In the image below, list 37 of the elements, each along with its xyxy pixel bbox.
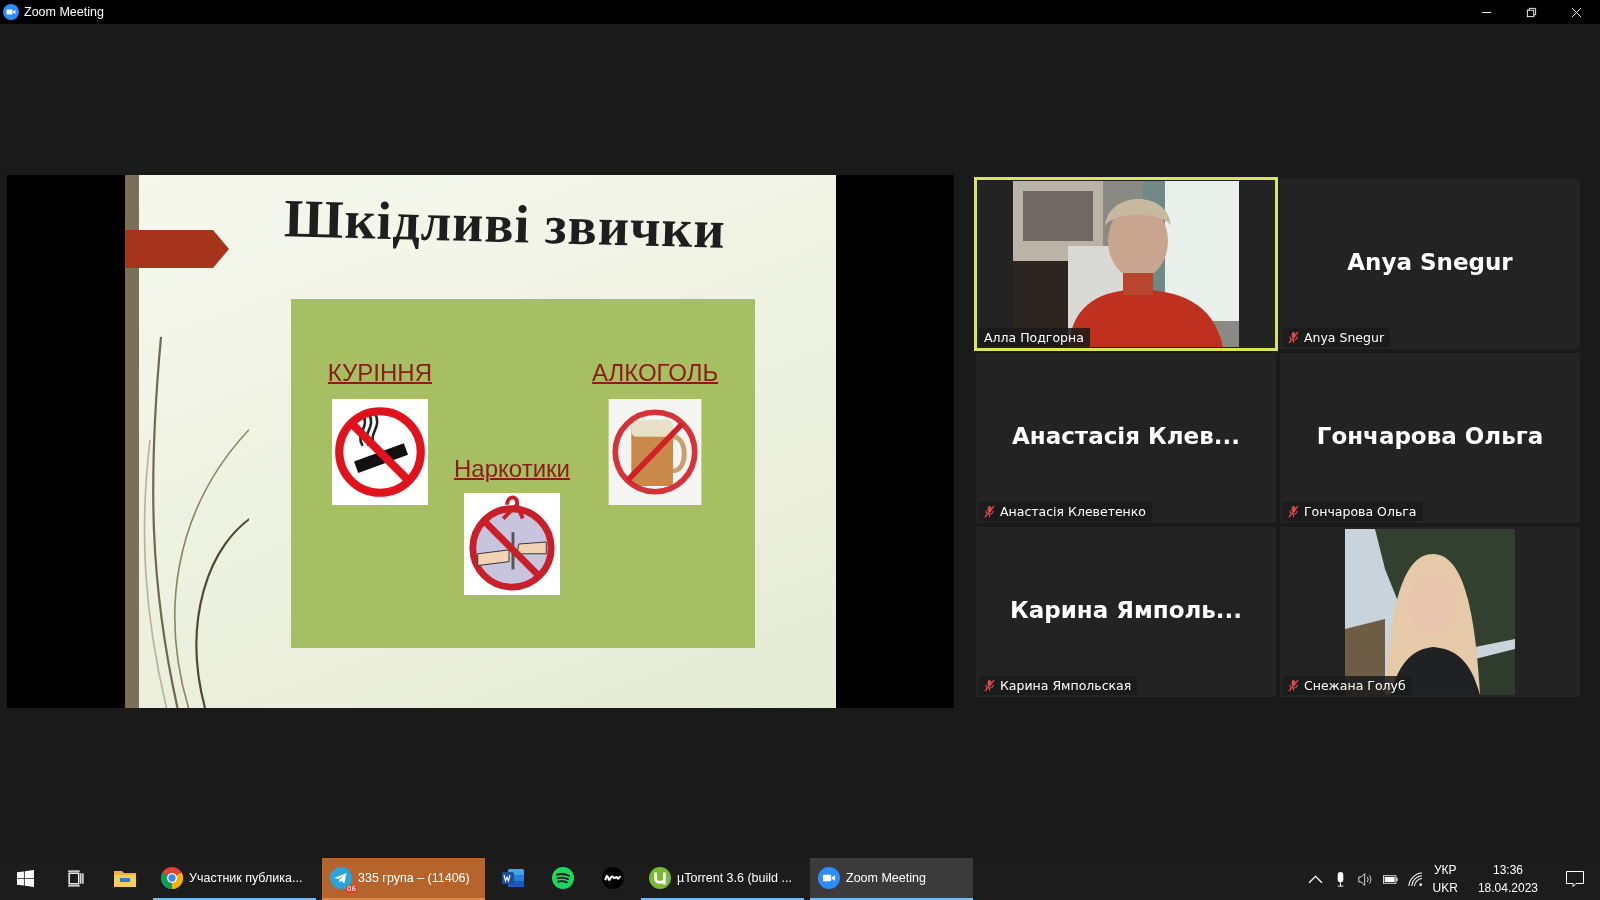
participant-name: Анастасія Клеветенко: [1000, 504, 1146, 519]
participant-name: Гончарова Ольга: [1304, 504, 1417, 519]
participant-name: Снежана Голуб: [1304, 678, 1406, 693]
torrent-app-icon: [649, 867, 671, 889]
no-drugs-icon: [463, 490, 560, 597]
taskbar-button[interactable]: µTorrent 3.6 (build ...: [641, 858, 804, 900]
windows-icon: [16, 869, 34, 887]
participant-display-name: Анастасія Клев...: [1012, 423, 1240, 451]
task-view-icon: [66, 869, 84, 887]
document-app-icon: [502, 867, 524, 889]
close-icon[interactable]: [1571, 6, 1582, 18]
wifi-icon[interactable]: [1407, 871, 1423, 887]
language-indicator[interactable]: УКР UKR: [1432, 861, 1458, 897]
window-title: Zoom Meeting: [24, 5, 104, 19]
participant-display-name: Anya Snegur: [1347, 249, 1513, 277]
slide-label: КУРІННЯ: [327, 358, 432, 387]
video-app-icon: [818, 867, 840, 889]
taskbar-button[interactable]: Zoom Meeting: [810, 858, 973, 900]
restore-icon[interactable]: [1526, 6, 1537, 18]
app-logo-icon: [3, 4, 19, 20]
participant-name: Алла Подгорна: [984, 330, 1084, 345]
notifications-icon[interactable]: [1566, 871, 1584, 887]
speaker-icon[interactable]: [1357, 871, 1373, 887]
wave-app-icon: [602, 867, 624, 889]
participant-display-name: Карина Ямполь...: [1009, 597, 1243, 625]
participant-name: Anya Snegur: [1304, 330, 1385, 345]
browser-icon: [161, 867, 183, 889]
participant-display-name: Гончарова Ольга: [1316, 423, 1544, 451]
no-alcohol-icon: [607, 398, 704, 505]
no-smoking-icon: [331, 398, 428, 505]
participant-name: Карина Ямпольская: [1000, 678, 1132, 693]
clock[interactable]: 13:36 18.04.2023: [1467, 861, 1548, 897]
slide-label: Наркотики: [454, 454, 570, 483]
slide-title: Шкідливі звички: [282, 186, 728, 261]
music-app-icon: [552, 867, 574, 889]
taskbar-button[interactable]: Участник публика...: [153, 858, 316, 900]
slide-label: АЛКОГОЛЬ: [591, 358, 719, 387]
